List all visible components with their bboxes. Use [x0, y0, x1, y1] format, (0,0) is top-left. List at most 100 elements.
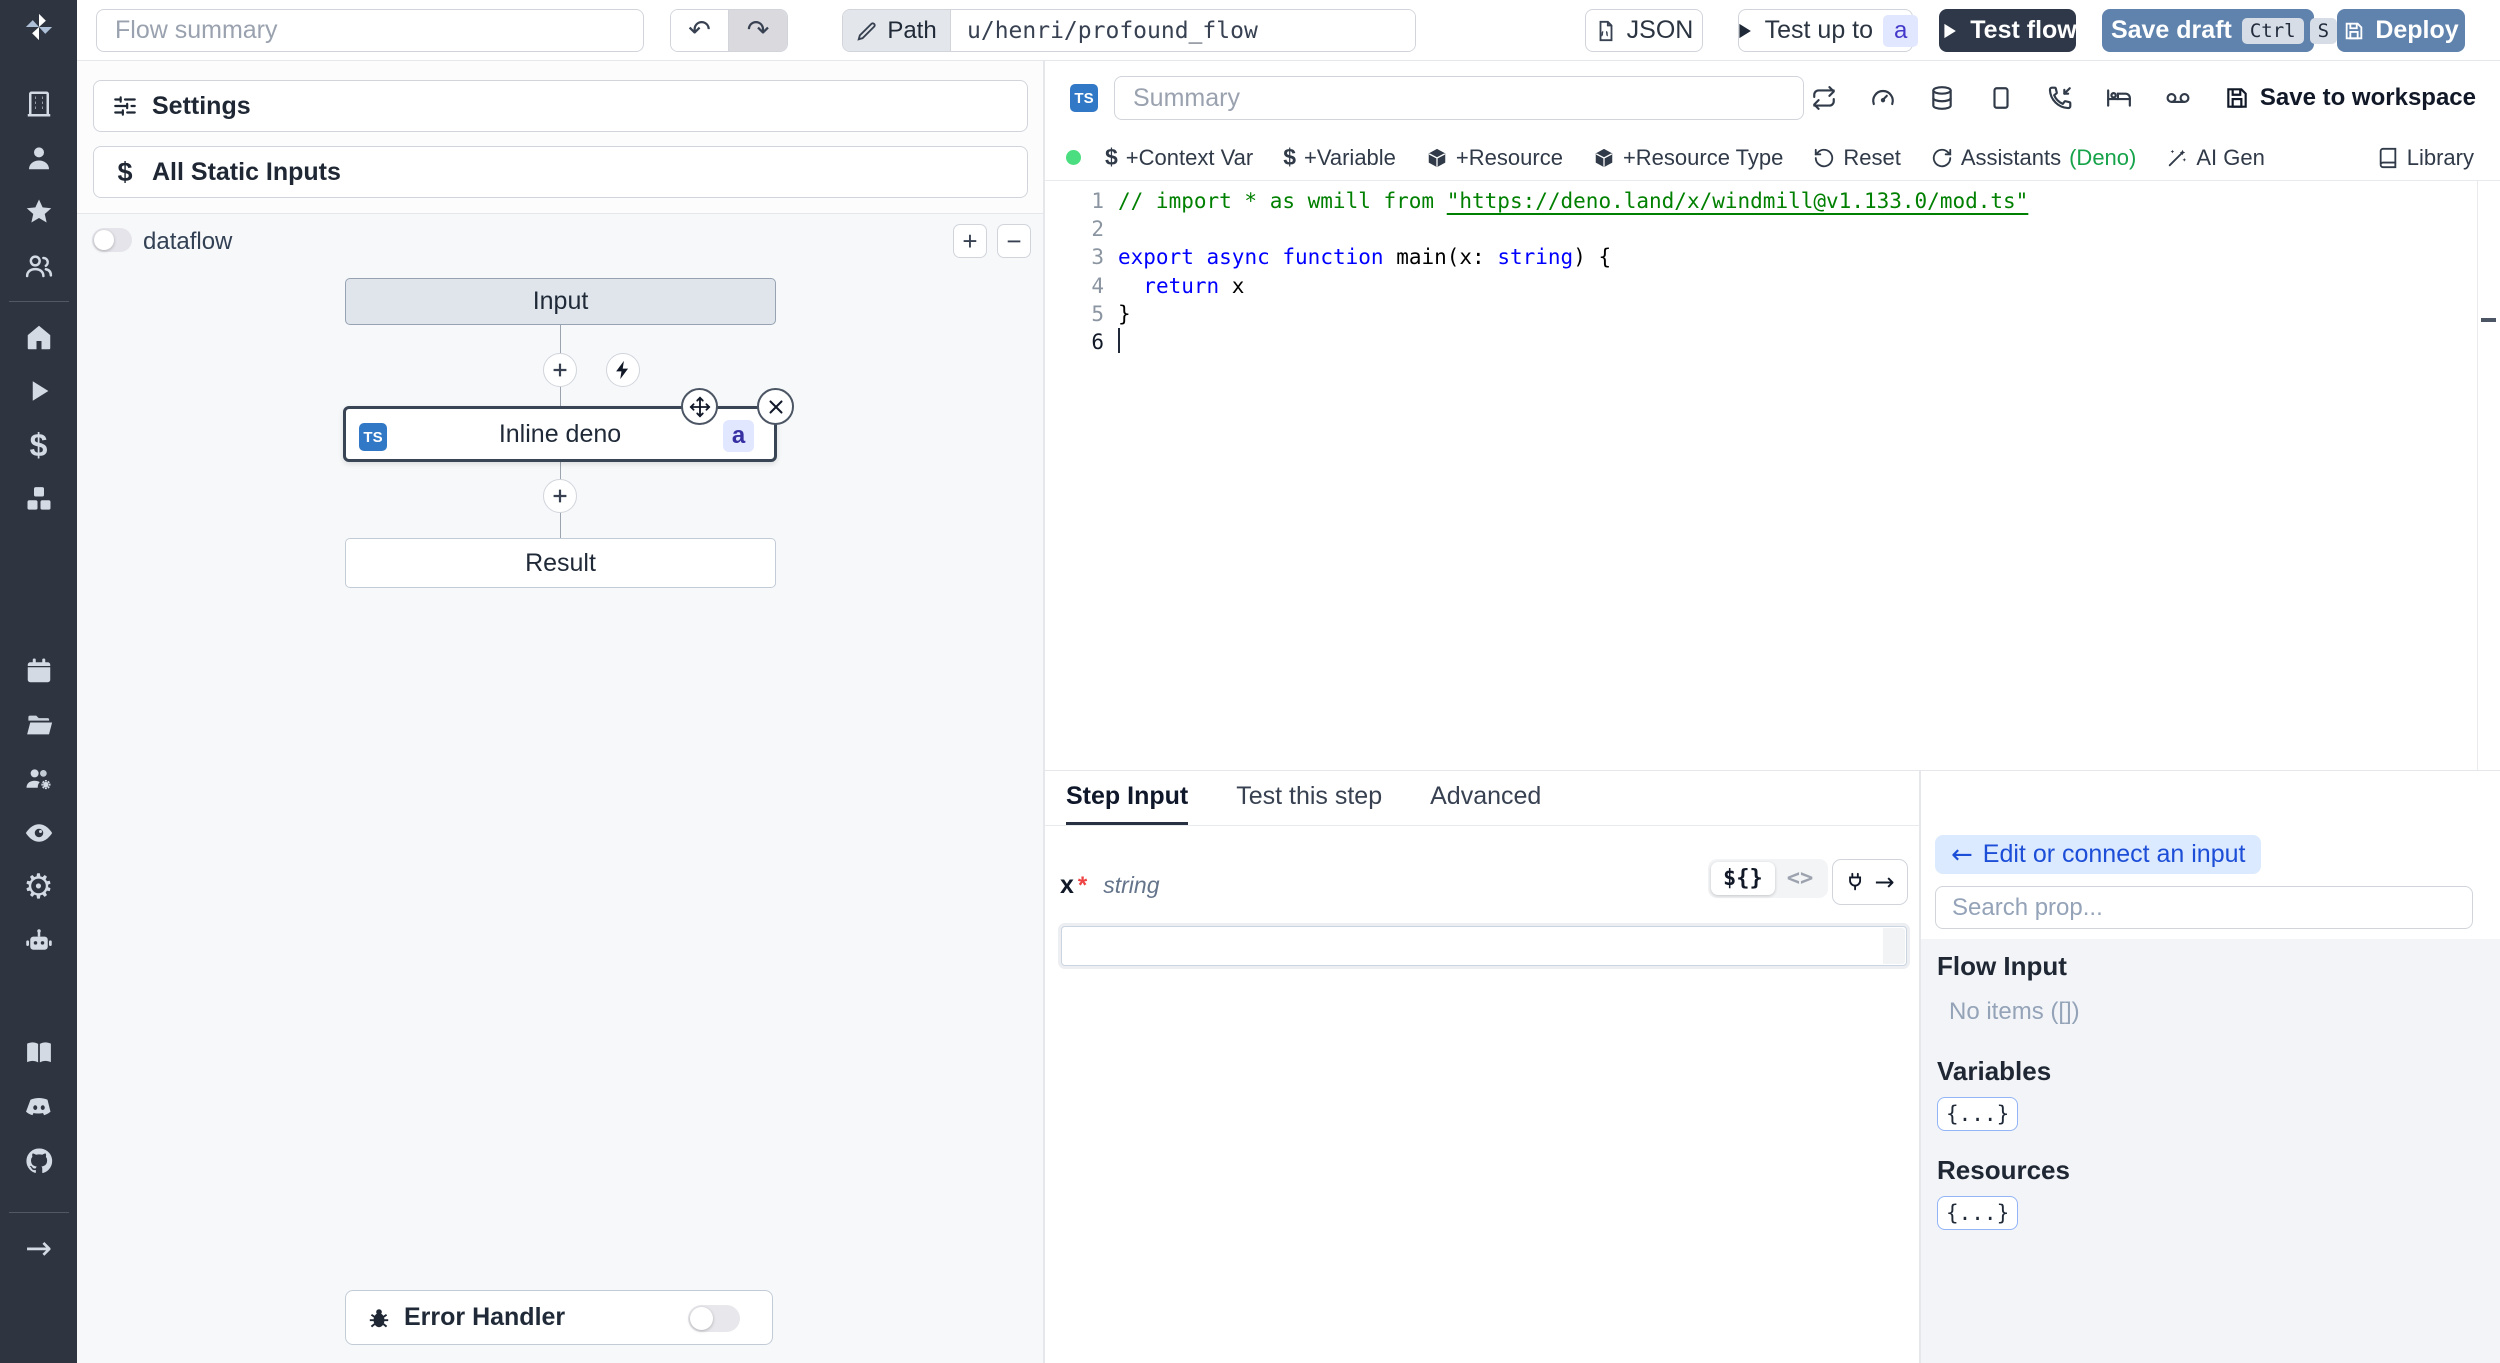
docs-book-icon[interactable]: [0, 1026, 77, 1080]
step-id-badge: a: [723, 420, 754, 452]
error-handler-toggle[interactable]: [688, 1305, 740, 1332]
workspace-building-icon[interactable]: [0, 77, 77, 131]
collapse-arrow-right-icon[interactable]: →: [0, 1221, 77, 1275]
variables-object-chip[interactable]: {...}: [1937, 1097, 2019, 1131]
resources-boxes-icon[interactable]: [0, 472, 77, 526]
add-context-var-label: +Context Var: [1125, 144, 1254, 170]
error-handler-node[interactable]: Error Handler: [345, 1290, 773, 1345]
add-resource-type-button[interactable]: +Resource Type: [1593, 145, 1783, 171]
redo-button[interactable]: ↷: [729, 10, 787, 51]
add-variable-button[interactable]: $ +Variable: [1283, 144, 1396, 171]
edit-or-connect-button[interactable]: ← Edit or connect an input: [1935, 835, 2262, 874]
resources-title: Resources: [1937, 1155, 2070, 1185]
audit-eye-icon[interactable]: [0, 806, 77, 860]
sleep-bed-icon[interactable]: [2106, 85, 2132, 111]
suspend-phone-icon[interactable]: [2047, 85, 2073, 111]
deploy-button[interactable]: Deploy: [2337, 9, 2465, 52]
flow-settings-button[interactable]: Settings: [93, 80, 1028, 132]
summary-input[interactable]: Summary: [1114, 76, 1804, 120]
ai-gen-label: AI Gen: [2196, 144, 2265, 170]
library-button[interactable]: Library: [2377, 145, 2474, 171]
variables-dollar-icon[interactable]: $: [0, 418, 77, 472]
flow-input-title: Flow Input: [1937, 951, 2067, 981]
ai-gen-button[interactable]: AI Gen: [2166, 144, 2265, 171]
add-step-button[interactable]: [543, 479, 577, 513]
save-draft-button[interactable]: Save draft Ctrl S: [2081, 9, 2338, 52]
early-stop-gauge-icon[interactable]: [1870, 85, 1896, 111]
typescript-badge: TS: [1070, 84, 1098, 112]
package-icon: [1428, 148, 1446, 167]
dataflow-toggle[interactable]: [92, 228, 132, 252]
add-context-var-button[interactable]: $ +Context Var: [1105, 144, 1253, 171]
test-up-to-button[interactable]: Test up to a: [1738, 9, 1919, 52]
connect-input-button[interactable]: →: [1832, 859, 1908, 905]
tab-test-this-step[interactable]: Test this step: [1236, 771, 1382, 825]
move-icon: [689, 396, 710, 417]
favorites-star-icon[interactable]: [0, 185, 77, 239]
arrow-left-icon: ←: [1951, 839, 1973, 870]
save-icon: [2227, 88, 2247, 108]
retry-repeat-icon[interactable]: [1811, 85, 1837, 111]
groups-users-icon[interactable]: [0, 239, 77, 293]
settings-gear-icon[interactable]: ⚙: [0, 860, 77, 914]
folders-icon[interactable]: [0, 698, 77, 752]
home-icon[interactable]: [0, 310, 77, 364]
runs-play-icon[interactable]: [0, 364, 77, 418]
pencil-icon: [857, 21, 876, 41]
concurrency-square-icon[interactable]: [1988, 85, 2014, 111]
code-editor[interactable]: 123456 // import * as wmill from "https:…: [1044, 181, 2477, 770]
add-trigger-button[interactable]: [606, 353, 640, 387]
path-label: Path: [887, 16, 937, 44]
code-mode-option[interactable]: <>: [1775, 862, 1826, 895]
discord-icon[interactable]: [0, 1080, 77, 1134]
user-icon[interactable]: [0, 131, 77, 185]
delete-step-button[interactable]: [757, 388, 794, 425]
path-edit-button[interactable]: Path: [843, 10, 951, 51]
windmill-logo-icon[interactable]: [24, 12, 54, 47]
workers-users-gear-icon[interactable]: [0, 752, 77, 806]
mock-voicemail-icon[interactable]: [2165, 85, 2191, 111]
tab-advanced[interactable]: Advanced: [1430, 771, 1541, 825]
input-mode-toggle: ${} <>: [1708, 859, 1829, 898]
add-step-button[interactable]: [543, 353, 577, 387]
flow-node-result[interactable]: Result: [345, 538, 776, 588]
cache-database-icon[interactable]: [1929, 85, 1955, 111]
field-name: x: [1060, 871, 1074, 899]
save-icon: [2346, 22, 2363, 39]
add-variable-label: +Variable: [1303, 144, 1396, 170]
book-icon: [2379, 147, 2396, 168]
editor-overview-ruler[interactable]: [2477, 181, 2500, 770]
undo-button[interactable]: ↶: [671, 10, 729, 51]
save-to-workspace-button[interactable]: Save to workspace: [2224, 84, 2476, 112]
search-prop-input[interactable]: Search prop...: [1935, 886, 2473, 929]
bot-icon[interactable]: [0, 914, 77, 968]
reset-label: Reset: [1843, 144, 1901, 170]
field-value-input[interactable]: [1061, 926, 1907, 966]
flow-node-input[interactable]: Input: [345, 278, 776, 325]
flow-summary-input[interactable]: Flow summary: [96, 9, 644, 52]
panel-divider[interactable]: [1044, 61, 1045, 1363]
reset-button[interactable]: Reset: [1813, 144, 1901, 171]
add-resource-button[interactable]: +Resource: [1426, 145, 1563, 171]
field-type: string: [1103, 872, 1160, 898]
input-scrollbar[interactable]: [1883, 928, 1905, 964]
add-resource-label: +Resource: [1455, 144, 1563, 170]
resources-object-chip[interactable]: {...}: [1937, 1196, 2019, 1230]
save-draft-label: Save draft: [2110, 16, 2232, 44]
prop-sections: Flow Input No items ([]) Variables {...}…: [1921, 939, 2500, 1363]
editor-toolbar: $ +Context Var $ +Variable +Resource +Re…: [1044, 135, 2500, 181]
schedules-calendar-icon[interactable]: [0, 644, 77, 698]
arrow-right-icon: →: [1874, 868, 1895, 896]
test-flow-button[interactable]: Test flow: [1939, 9, 2077, 52]
move-step-button[interactable]: [681, 388, 718, 425]
github-icon[interactable]: [0, 1134, 77, 1188]
all-static-inputs-button[interactable]: $ All Static Inputs: [93, 146, 1028, 198]
tab-step-input[interactable]: Step Input: [1066, 771, 1189, 825]
graph-zoom-in-button[interactable]: +: [953, 224, 987, 258]
json-button[interactable]: JSON: [1585, 9, 1703, 52]
graph-zoom-out-button[interactable]: −: [997, 224, 1031, 258]
assistants-button[interactable]: Assistants (Deno): [1931, 145, 2136, 171]
topbar: Flow summary ↶ ↷ Path u/henri/profound_f…: [77, 0, 2500, 61]
path-value-input[interactable]: u/henri/profound_flow: [951, 10, 1415, 51]
template-mode-option[interactable]: ${}: [1711, 862, 1775, 895]
